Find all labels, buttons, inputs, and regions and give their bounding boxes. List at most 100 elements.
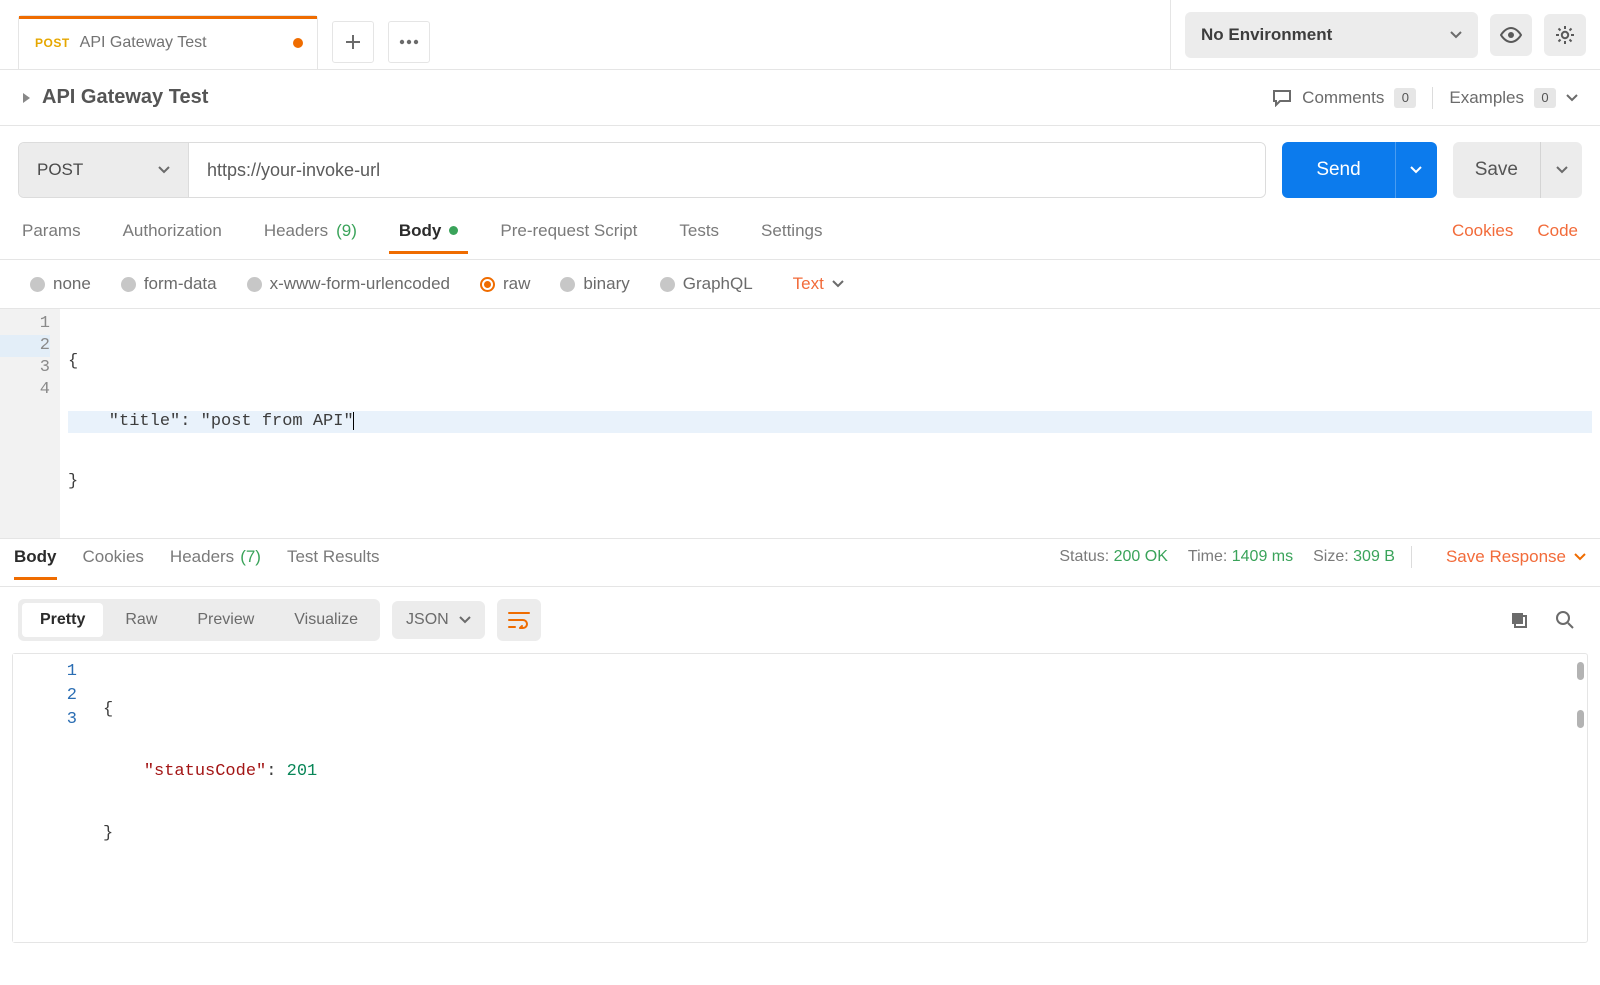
method-select[interactable]: POST xyxy=(19,143,189,197)
tab-actions-button[interactable] xyxy=(388,21,430,63)
comments-label: Comments xyxy=(1302,88,1384,108)
tab-params[interactable]: Params xyxy=(22,221,81,253)
chevron-down-icon xyxy=(1450,31,1462,39)
url-input[interactable] xyxy=(189,143,1265,197)
body-type-form-data-label: form-data xyxy=(144,274,217,294)
response-format-label: JSON xyxy=(406,611,449,629)
body-type-urlencoded[interactable]: x-www-form-urlencoded xyxy=(247,274,450,294)
send-button[interactable]: Send xyxy=(1282,142,1394,198)
cookies-link[interactable]: Cookies xyxy=(1452,221,1513,241)
save-response-label: Save Response xyxy=(1446,547,1566,567)
eye-icon xyxy=(1500,27,1522,43)
view-raw[interactable]: Raw xyxy=(107,603,175,637)
editor-gutter: 1 2 3 4 xyxy=(0,309,60,538)
response-tab-headers-label: Headers xyxy=(170,547,234,567)
response-tab-body[interactable]: Body xyxy=(14,547,57,579)
tab-body[interactable]: Body xyxy=(399,221,459,253)
comments-button[interactable]: Comments 0 xyxy=(1272,88,1416,108)
response-gutter: 1 2 3 xyxy=(13,654,95,942)
save-more-button[interactable] xyxy=(1540,142,1582,198)
raw-datatype-label: Text xyxy=(793,274,824,294)
chevron-down-icon xyxy=(1410,166,1422,174)
chevron-down-icon xyxy=(832,280,844,288)
view-pretty[interactable]: Pretty xyxy=(22,603,103,637)
tab-headers[interactable]: Headers (9) xyxy=(264,221,357,253)
wrap-icon xyxy=(508,611,530,629)
body-type-binary[interactable]: binary xyxy=(560,274,629,294)
body-type-none[interactable]: none xyxy=(30,274,91,294)
search-icon xyxy=(1555,610,1575,630)
body-type-none-label: none xyxy=(53,274,91,294)
gear-icon xyxy=(1555,25,1575,45)
response-body-viewer[interactable]: 1 2 3 { "statusCode": 201 } xyxy=(12,653,1588,943)
dots-horizontal-icon xyxy=(399,39,419,45)
response-tab-headers[interactable]: Headers (7) xyxy=(170,547,261,579)
chevron-down-icon xyxy=(1574,553,1586,561)
comment-icon xyxy=(1272,89,1292,107)
response-status: Status: 200 OK Time: 1409 ms Size: 309 B xyxy=(1059,548,1395,578)
response-tab-headers-count: (7) xyxy=(240,547,261,567)
body-type-graphql[interactable]: GraphQL xyxy=(660,274,753,294)
tab-method-badge: POST xyxy=(35,36,70,50)
wrap-lines-button[interactable] xyxy=(497,599,541,641)
url-bar: POST xyxy=(18,142,1266,198)
search-response-button[interactable] xyxy=(1548,603,1582,637)
comments-count: 0 xyxy=(1394,88,1416,108)
tab-headers-label: Headers xyxy=(264,221,328,241)
response-view-segment: Pretty Raw Preview Visualize xyxy=(18,599,380,641)
body-type-raw-label: raw xyxy=(503,274,530,294)
environment-label: No Environment xyxy=(1201,25,1332,45)
save-response-dropdown[interactable]: Save Response xyxy=(1446,547,1586,579)
chevron-down-icon xyxy=(459,616,471,624)
text-cursor-icon xyxy=(353,412,354,430)
unsaved-dot-icon xyxy=(293,38,303,48)
request-body-editor[interactable]: 1 2 3 4 { "title": "post from API" } xyxy=(0,309,1600,539)
tab-pre-request-script[interactable]: Pre-request Script xyxy=(500,221,637,253)
env-settings-button[interactable] xyxy=(1544,14,1586,56)
view-preview[interactable]: Preview xyxy=(179,603,272,637)
save-button[interactable]: Save xyxy=(1453,142,1540,198)
tab-headers-count: (9) xyxy=(336,221,357,241)
response-tab-test-results[interactable]: Test Results xyxy=(287,547,380,579)
tab-title: API Gateway Test xyxy=(80,34,207,52)
view-visualize[interactable]: Visualize xyxy=(276,603,376,637)
tab-body-label: Body xyxy=(399,221,442,241)
body-type-urlencoded-label: x-www-form-urlencoded xyxy=(270,274,450,294)
request-name: API Gateway Test xyxy=(42,86,208,109)
divider xyxy=(1411,546,1412,568)
code-link[interactable]: Code xyxy=(1537,221,1578,241)
chevron-down-icon xyxy=(158,166,170,174)
chevron-down-icon xyxy=(1556,166,1568,174)
chevron-down-icon xyxy=(1566,94,1578,102)
editor-code[interactable]: { "title": "post from API" } xyxy=(60,309,1600,538)
plus-icon xyxy=(344,33,362,51)
method-value: POST xyxy=(37,160,83,180)
scrollbar-thumb[interactable] xyxy=(1577,710,1584,728)
tab-authorization[interactable]: Authorization xyxy=(123,221,222,253)
response-format-select[interactable]: JSON xyxy=(392,601,485,639)
scrollbar-thumb[interactable] xyxy=(1577,662,1584,680)
env-quicklook-button[interactable] xyxy=(1490,14,1532,56)
copy-icon xyxy=(1510,611,1528,629)
tab-settings[interactable]: Settings xyxy=(761,221,822,253)
body-type-form-data[interactable]: form-data xyxy=(121,274,217,294)
send-more-button[interactable] xyxy=(1395,142,1437,198)
examples-count: 0 xyxy=(1534,88,1556,108)
body-type-binary-label: binary xyxy=(583,274,629,294)
triangle-right-icon xyxy=(22,92,32,104)
body-type-raw[interactable]: raw xyxy=(480,274,530,294)
collapse-toggle[interactable] xyxy=(22,92,32,104)
examples-label: Examples xyxy=(1449,88,1524,108)
environment-select[interactable]: No Environment xyxy=(1185,12,1478,58)
body-dot-icon xyxy=(449,226,458,235)
divider xyxy=(1432,87,1433,109)
response-code: { "statusCode": 201 } xyxy=(95,654,1587,942)
raw-datatype-select[interactable]: Text xyxy=(793,274,844,294)
copy-response-button[interactable] xyxy=(1502,603,1536,637)
body-type-graphql-label: GraphQL xyxy=(683,274,753,294)
request-tab[interactable]: POST API Gateway Test xyxy=(18,15,318,69)
examples-dropdown[interactable]: Examples 0 xyxy=(1449,88,1578,108)
tab-tests[interactable]: Tests xyxy=(679,221,719,253)
new-tab-button[interactable] xyxy=(332,21,374,63)
response-tab-cookies[interactable]: Cookies xyxy=(83,547,144,579)
